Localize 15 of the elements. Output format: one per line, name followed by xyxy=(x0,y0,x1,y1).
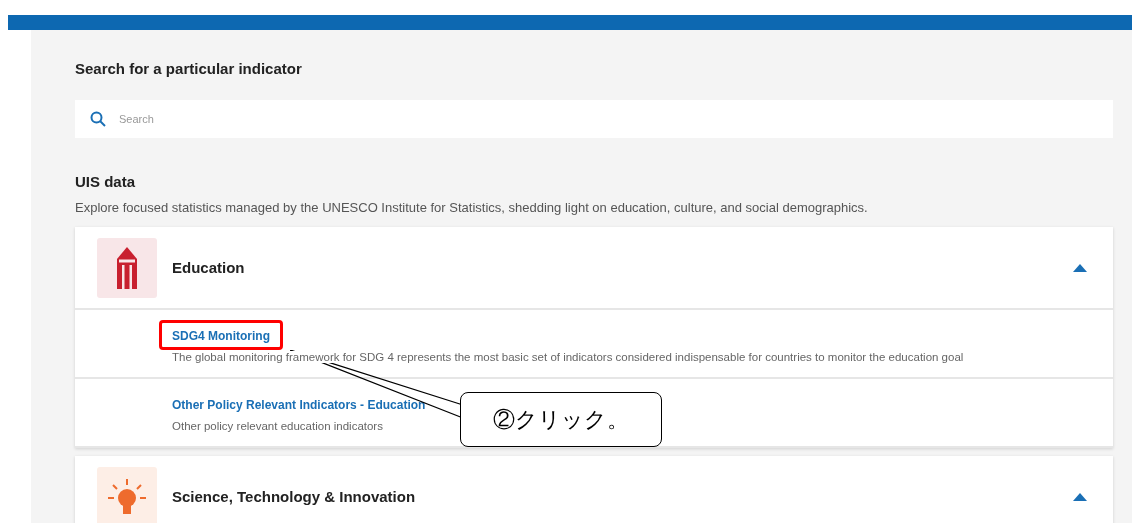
indicator-description: The global monitoring framework for SDG 4 represents the most basic set of indicators considered indispensable for countries to monitor the education goal xyxy=(172,351,964,363)
section-heading: Search for a particular indicator xyxy=(75,60,303,77)
section-heading: UIS data xyxy=(75,173,136,190)
search-field[interactable]: Search xyxy=(75,100,1113,138)
section-description: Explore focused statistics managed by the UNESCO Institute for Statistics, shedding light on education, culture, and social demographics. xyxy=(75,200,869,215)
caret-icon xyxy=(1073,492,1087,501)
callout-text: ②クリック。 xyxy=(460,392,662,447)
indicator-description: Other policy relevant education indicators xyxy=(172,420,383,432)
indicator-link[interactable]: Other Policy Relevant Indicators - Education xyxy=(172,398,426,412)
caret-icon xyxy=(1073,263,1087,272)
lightbulb-icon xyxy=(107,476,147,517)
category-title: Science, Technology & Innovation xyxy=(172,488,417,505)
indicator-link[interactable]: SDG4 Monitoring xyxy=(172,329,270,343)
category-title: Education xyxy=(172,259,246,276)
pencil-icon xyxy=(115,246,139,289)
